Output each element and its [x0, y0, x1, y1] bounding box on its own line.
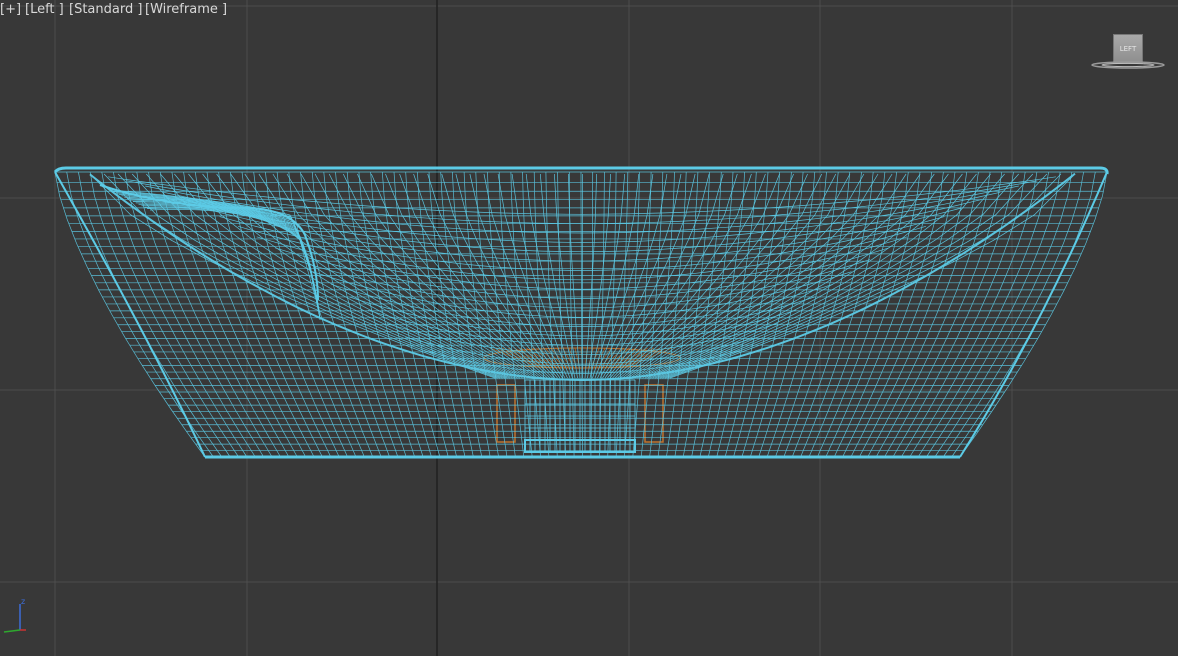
viewcube-compass-ring[interactable] — [1090, 60, 1166, 70]
viewcube-left-icon[interactable]: LEFT — [1090, 30, 1166, 74]
shading-label[interactable]: [Standard ] — [69, 2, 142, 18]
viewport-scene[interactable] — [0, 0, 1178, 656]
display-mode-label[interactable]: [Wireframe ] — [145, 2, 227, 18]
axis-tripod-icon: z — [3, 597, 26, 633]
drain-column-wire — [524, 379, 636, 453]
y-axis-line — [3, 629, 21, 633]
bathtub-mesh[interactable] — [53, 166, 1109, 459]
z-axis-label: z — [21, 597, 25, 606]
viewport-menu-label[interactable]: [+] — [0, 2, 21, 18]
left-viewport[interactable]: [+] [Left ] [Standard ] [Wireframe ] LEF… — [0, 0, 1178, 656]
outer-shell-wire — [54, 171, 1108, 458]
point-of-view-label[interactable]: [Left ] — [25, 2, 64, 18]
